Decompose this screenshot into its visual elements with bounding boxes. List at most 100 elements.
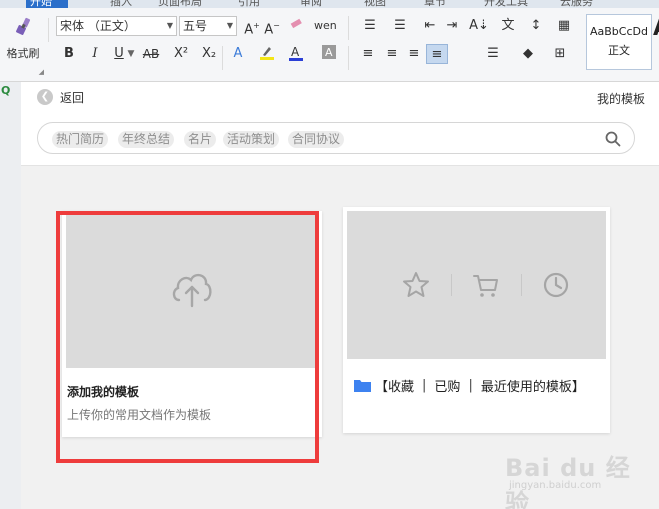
tab-cloud-label[interactable]: 云服务: [560, 0, 593, 8]
add-template-thumbnail[interactable]: [66, 215, 318, 368]
divider: [348, 16, 349, 40]
table-grid-icon: ▦: [557, 18, 571, 33]
search-chip-year-summary[interactable]: 年终总结: [118, 131, 175, 148]
indent-icon: ⇥: [446, 18, 458, 33]
italic-button[interactable]: I: [86, 44, 104, 64]
tab-sections-label[interactable]: 章节: [424, 0, 446, 8]
justify-icon: ≡: [431, 47, 443, 62]
panel-topbar: ❮ 返回 我的模板: [21, 82, 659, 112]
font-name-value: 宋体 （正文）: [60, 19, 136, 33]
justify-button[interactable]: ≡: [426, 44, 448, 64]
underline-button[interactable]: U: [110, 44, 128, 64]
svg-text:A: A: [291, 45, 300, 59]
sort-button[interactable]: ↕: [526, 16, 546, 36]
ribbon-tab-strip: 开始 插入 页面布局 引用 审阅 视图 章节 开发工具 云服务: [0, 0, 659, 8]
back-button[interactable]: ❮ 返回: [37, 88, 84, 106]
clear-format-button[interactable]: [288, 16, 304, 36]
borders-button[interactable]: ⊞: [548, 44, 572, 64]
line-spacing-button[interactable]: ☰: [480, 44, 506, 64]
search-icon[interactable]: [604, 130, 622, 148]
star-icon[interactable]: [401, 270, 431, 300]
chinese-layout-button[interactable]: 文: [498, 16, 518, 36]
increase-indent-button[interactable]: ⇥: [442, 16, 462, 36]
font-color-button[interactable]: A: [286, 44, 306, 64]
bracket-close: 】: [571, 379, 585, 395]
my-templates-link[interactable]: 我的模板: [597, 90, 645, 107]
align-right-button[interactable]: ≡: [404, 44, 424, 64]
char-shading-icon: A: [322, 45, 336, 59]
divider: [521, 274, 522, 296]
group-launcher-icon[interactable]: ◢: [39, 68, 44, 76]
align-left-button[interactable]: ≡: [358, 44, 378, 64]
format-painter-button[interactable]: 格式刷 ◢: [2, 14, 44, 76]
favorites-link[interactable]: 收藏: [388, 376, 414, 395]
grow-font-button[interactable]: A+: [244, 16, 260, 37]
tab-home-label[interactable]: 开始: [30, 0, 52, 8]
font-size-value: 五号: [183, 19, 208, 33]
back-label: 返回: [60, 90, 85, 105]
search-input[interactable]: 热门简历 年终总结 名片 活动策划 合同协议: [37, 122, 635, 154]
cloud-upload-icon: [172, 273, 212, 308]
style-next[interactable]: A: [653, 16, 659, 41]
add-template-title: 添加我的模板: [67, 385, 140, 399]
show-marks-button[interactable]: ▦: [554, 16, 574, 36]
search-chip-event-planning[interactable]: 活动策划: [223, 131, 280, 148]
font-name-select[interactable]: 宋体 （正文） ▼: [56, 16, 177, 36]
bullet-list-icon: ☰: [364, 18, 376, 33]
search-chip-contract[interactable]: 合同协议: [288, 131, 345, 148]
text-effects-icon: A: [233, 46, 243, 61]
watermark-url: jingyan.baidu.com: [509, 480, 602, 491]
style-name: 正文: [608, 44, 630, 57]
text-direction-icon: A⇣: [469, 18, 489, 33]
tab-view-label[interactable]: 视图: [364, 0, 386, 8]
paintbrush-icon: [16, 17, 31, 35]
outdent-icon: ⇤: [424, 18, 436, 33]
collections-card: 【 收藏 | 已购 | 最近使用的模板 】: [343, 207, 610, 433]
purchased-link[interactable]: 已购: [434, 376, 460, 395]
clock-icon[interactable]: [541, 270, 571, 300]
align-right-icon: ≡: [408, 46, 420, 61]
watermark-logo: Bai du 经验: [505, 454, 631, 509]
chinese-layout-icon: 文: [501, 18, 515, 33]
superscript-button[interactable]: X²: [170, 44, 192, 64]
ribbon-toolbar: 格式刷 ◢ 宋体 （正文） ▼ 五号 ▼ A+ A− wen ☰ ☰ ⇤ ⇥ A…: [0, 8, 659, 82]
tab-references-label[interactable]: 引用: [238, 0, 260, 8]
char-shading-button[interactable]: A: [320, 44, 338, 64]
highlighter-icon: [260, 47, 274, 60]
highlight-button[interactable]: [256, 44, 278, 64]
align-center-button[interactable]: ≡: [382, 44, 402, 64]
chevron-down-icon[interactable]: ▼: [127, 44, 135, 64]
shrink-font-button[interactable]: A−: [264, 16, 280, 37]
chevron-down-icon: ▼: [166, 21, 173, 30]
divider: [348, 46, 349, 70]
bold-button[interactable]: B: [60, 44, 78, 64]
decrease-indent-button[interactable]: ⇤: [420, 16, 440, 36]
strikethrough-button[interactable]: AB: [140, 44, 162, 64]
divider: [222, 46, 223, 70]
tab-insert-label[interactable]: 插入: [110, 0, 132, 8]
divider: [48, 18, 49, 42]
subscript-button[interactable]: X₂: [198, 44, 220, 64]
recently-used-link[interactable]: 最近使用的模板: [481, 376, 572, 395]
add-template-card[interactable]: 添加我的模板 上传你的常用文档作为模板: [62, 211, 322, 437]
text-effects-button[interactable]: A: [228, 44, 248, 64]
tab-devtools-label[interactable]: 开发工具: [484, 0, 528, 8]
numbered-list-button[interactable]: ☰: [388, 16, 412, 36]
search-chip-hot-resume[interactable]: 热门简历: [52, 131, 109, 148]
numbered-list-icon: ☰: [394, 18, 406, 33]
bullet-list-button[interactable]: ☰: [358, 16, 382, 36]
search-chip-business-card[interactable]: 名片: [184, 131, 217, 148]
text-direction-button[interactable]: A⇣: [466, 16, 492, 36]
tab-layout-label[interactable]: 页面布局: [158, 0, 202, 8]
borders-icon: ⊞: [554, 46, 566, 61]
shading-button[interactable]: ◆: [516, 44, 540, 64]
cart-icon[interactable]: [471, 270, 501, 300]
left-side-strip: Q: [0, 82, 21, 509]
phonetic-icon: wen: [314, 19, 337, 32]
navigation-icon[interactable]: Q: [1, 84, 10, 97]
font-size-select[interactable]: 五号 ▼: [179, 16, 237, 36]
style-normal[interactable]: AaBbCcDd 正文: [586, 14, 652, 70]
tab-review-label[interactable]: 审阅: [300, 0, 322, 8]
bracket-open: 【: [375, 379, 389, 395]
phonetic-guide-button[interactable]: wen: [314, 16, 337, 36]
